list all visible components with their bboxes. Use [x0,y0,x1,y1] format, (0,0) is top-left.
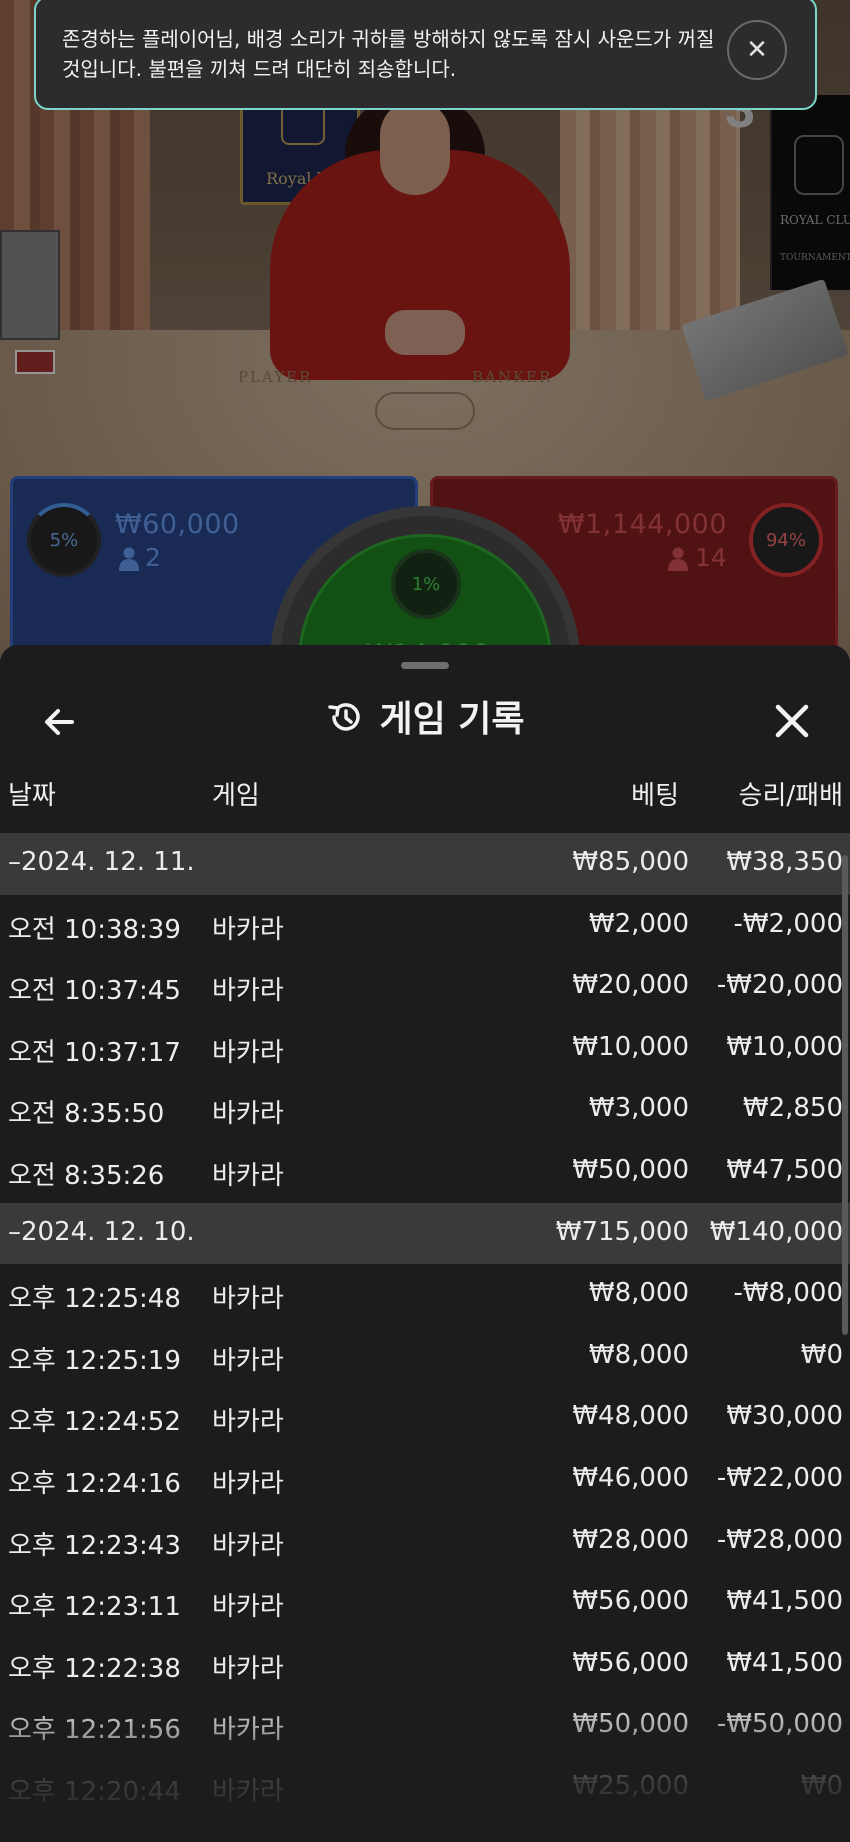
column-header-date[interactable]: 날짜 [8,775,56,812]
table-row: 오후 12:22:38 바카라 ₩56,000 ₩41,500 [0,1634,850,1696]
row-bet: ₩715,000 [555,1216,689,1247]
row-date: 오후 12:24:16 [8,1468,181,1499]
row-winloss: -₩8,000 [733,1278,843,1309]
row-bet: ₩56,000 [572,1647,689,1678]
row-winloss: -₩2,000 [733,908,843,939]
row-bet: ₩56,000 [572,1586,689,1617]
row-game: 바카라 [212,976,284,1007]
row-winloss: ₩41,500 [726,1647,843,1678]
row-date: 오후 12:25:48 [8,1284,181,1315]
row-game: 바카라 [212,1345,284,1376]
table-row: 오전 10:38:39 바카라 ₩2,000 -₩2,000 [0,895,850,957]
scrollbar[interactable] [842,855,848,1335]
drag-handle[interactable] [401,662,449,669]
row-bet: ₩8,000 [588,1339,689,1370]
row-date: 오후 12:23:11 [8,1592,181,1623]
row-bet: ₩46,000 [572,1462,689,1493]
row-winloss: -₩20,000 [716,970,843,1001]
row-game: 바카라 [212,1037,284,1068]
row-winloss: -₩22,000 [716,1462,843,1493]
column-header-game[interactable]: 게임 [212,775,260,812]
sheet-title: 게임 기록 [379,699,525,740]
row-winloss: ₩30,000 [726,1401,843,1432]
table-row: 오후 12:23:43 바카라 ₩28,000 -₩28,000 [0,1511,850,1573]
row-bet: ₩8,000 [588,1278,689,1309]
table-row: 오전 10:37:17 바카라 ₩10,000 ₩10,000 [0,1018,850,1080]
history-table: –2024. 12. 11. ₩85,000 ₩38,350 오전 10:38:39 바… [0,833,850,1819]
row-game: 바카라 [212,1160,284,1191]
table-row: 오후 12:24:16 바카라 ₩46,000 -₩22,000 [0,1449,850,1511]
sheet-header: 게임 기록 [0,690,850,742]
game-history-sheet: 게임 기록 날짜 게임 베팅 승리/패배 –2024. 12. 11. ₩85,0… [0,645,850,1842]
table-row: 오전 10:37:45 바카라 ₩20,000 -₩20,000 [0,956,850,1018]
table-row: 오전 8:35:50 바카라 ₩3,000 ₩2,850 [0,1079,850,1141]
row-winloss: -₩28,000 [716,1524,843,1555]
table-row: 오후 12:23:11 바카라 ₩56,000 ₩41,500 [0,1572,850,1634]
row-bet: ₩50,000 [572,1154,689,1185]
row-game: 바카라 [212,1407,284,1438]
row-date: –2024. 12. 10. [8,1216,195,1247]
row-game: 바카라 [212,1468,284,1499]
table-row: 오후 12:24:52 바카라 ₩48,000 ₩30,000 [0,1387,850,1449]
date-group-row[interactable]: –2024. 12. 10. ₩715,000 ₩140,000 [0,1202,850,1265]
table-row: 오후 12:25:48 바카라 ₩8,000 -₩8,000 [0,1264,850,1326]
date-group-row[interactable]: –2024. 12. 11. ₩85,000 ₩38,350 [0,833,850,895]
row-bet: ₩28,000 [572,1524,689,1555]
row-date: –2024. 12. 11. [8,847,195,877]
row-bet: ₩20,000 [572,970,689,1001]
row-winloss: ₩38,350 [726,847,843,877]
row-date: 오후 12:22:38 [8,1653,181,1684]
row-date: 오전 8:35:50 [8,1099,165,1130]
row-game: 바카라 [212,1530,284,1561]
row-game: 바카라 [212,1284,284,1315]
row-date: 오후 12:23:43 [8,1530,181,1561]
row-date: 오전 8:35:26 [8,1160,165,1191]
row-date: 오전 10:38:39 [8,914,181,945]
row-winloss: ₩47,500 [726,1154,843,1185]
row-winloss: ₩2,850 [742,1093,843,1124]
toast-close-button[interactable]: ✕ [727,20,787,80]
row-game: 바카라 [212,1099,284,1130]
row-bet: ₩85,000 [572,847,689,877]
row-bet: ₩48,000 [572,1401,689,1432]
column-header-winloss[interactable]: 승리/패배 [739,775,843,812]
row-winloss: ₩140,000 [709,1216,843,1247]
row-game: 바카라 [212,914,284,945]
row-date: 오전 10:37:17 [8,1037,181,1068]
row-winloss: ₩0 [800,1339,843,1370]
row-bet: ₩10,000 [572,1031,689,1062]
row-bet: ₩2,000 [588,908,689,939]
close-icon[interactable] [768,697,816,745]
history-icon [328,703,361,731]
row-winloss: ₩10,000 [726,1031,843,1062]
list-fade [0,1695,850,1842]
table-row: 오전 8:35:26 바카라 ₩50,000 ₩47,500 [0,1141,850,1203]
row-game: 바카라 [212,1592,284,1623]
row-game: 바카라 [212,1653,284,1684]
sound-off-toast: 존경하는 플레이어님, 배경 소리가 귀하를 방해하지 않도록 잠시 사운드가 … [34,0,817,110]
row-date: 오후 12:25:19 [8,1345,181,1376]
row-winloss: ₩41,500 [726,1586,843,1617]
column-header-bet[interactable]: 베팅 [631,775,679,812]
row-date: 오후 12:24:52 [8,1407,181,1438]
row-bet: ₩3,000 [588,1093,689,1124]
table-row: 오후 12:25:19 바카라 ₩8,000 ₩0 [0,1326,850,1388]
row-date: 오전 10:37:45 [8,976,181,1007]
toast-message: 존경하는 플레이어님, 배경 소리가 귀하를 방해하지 않도록 잠시 사운드가 … [62,27,715,81]
close-icon: ✕ [746,35,768,65]
